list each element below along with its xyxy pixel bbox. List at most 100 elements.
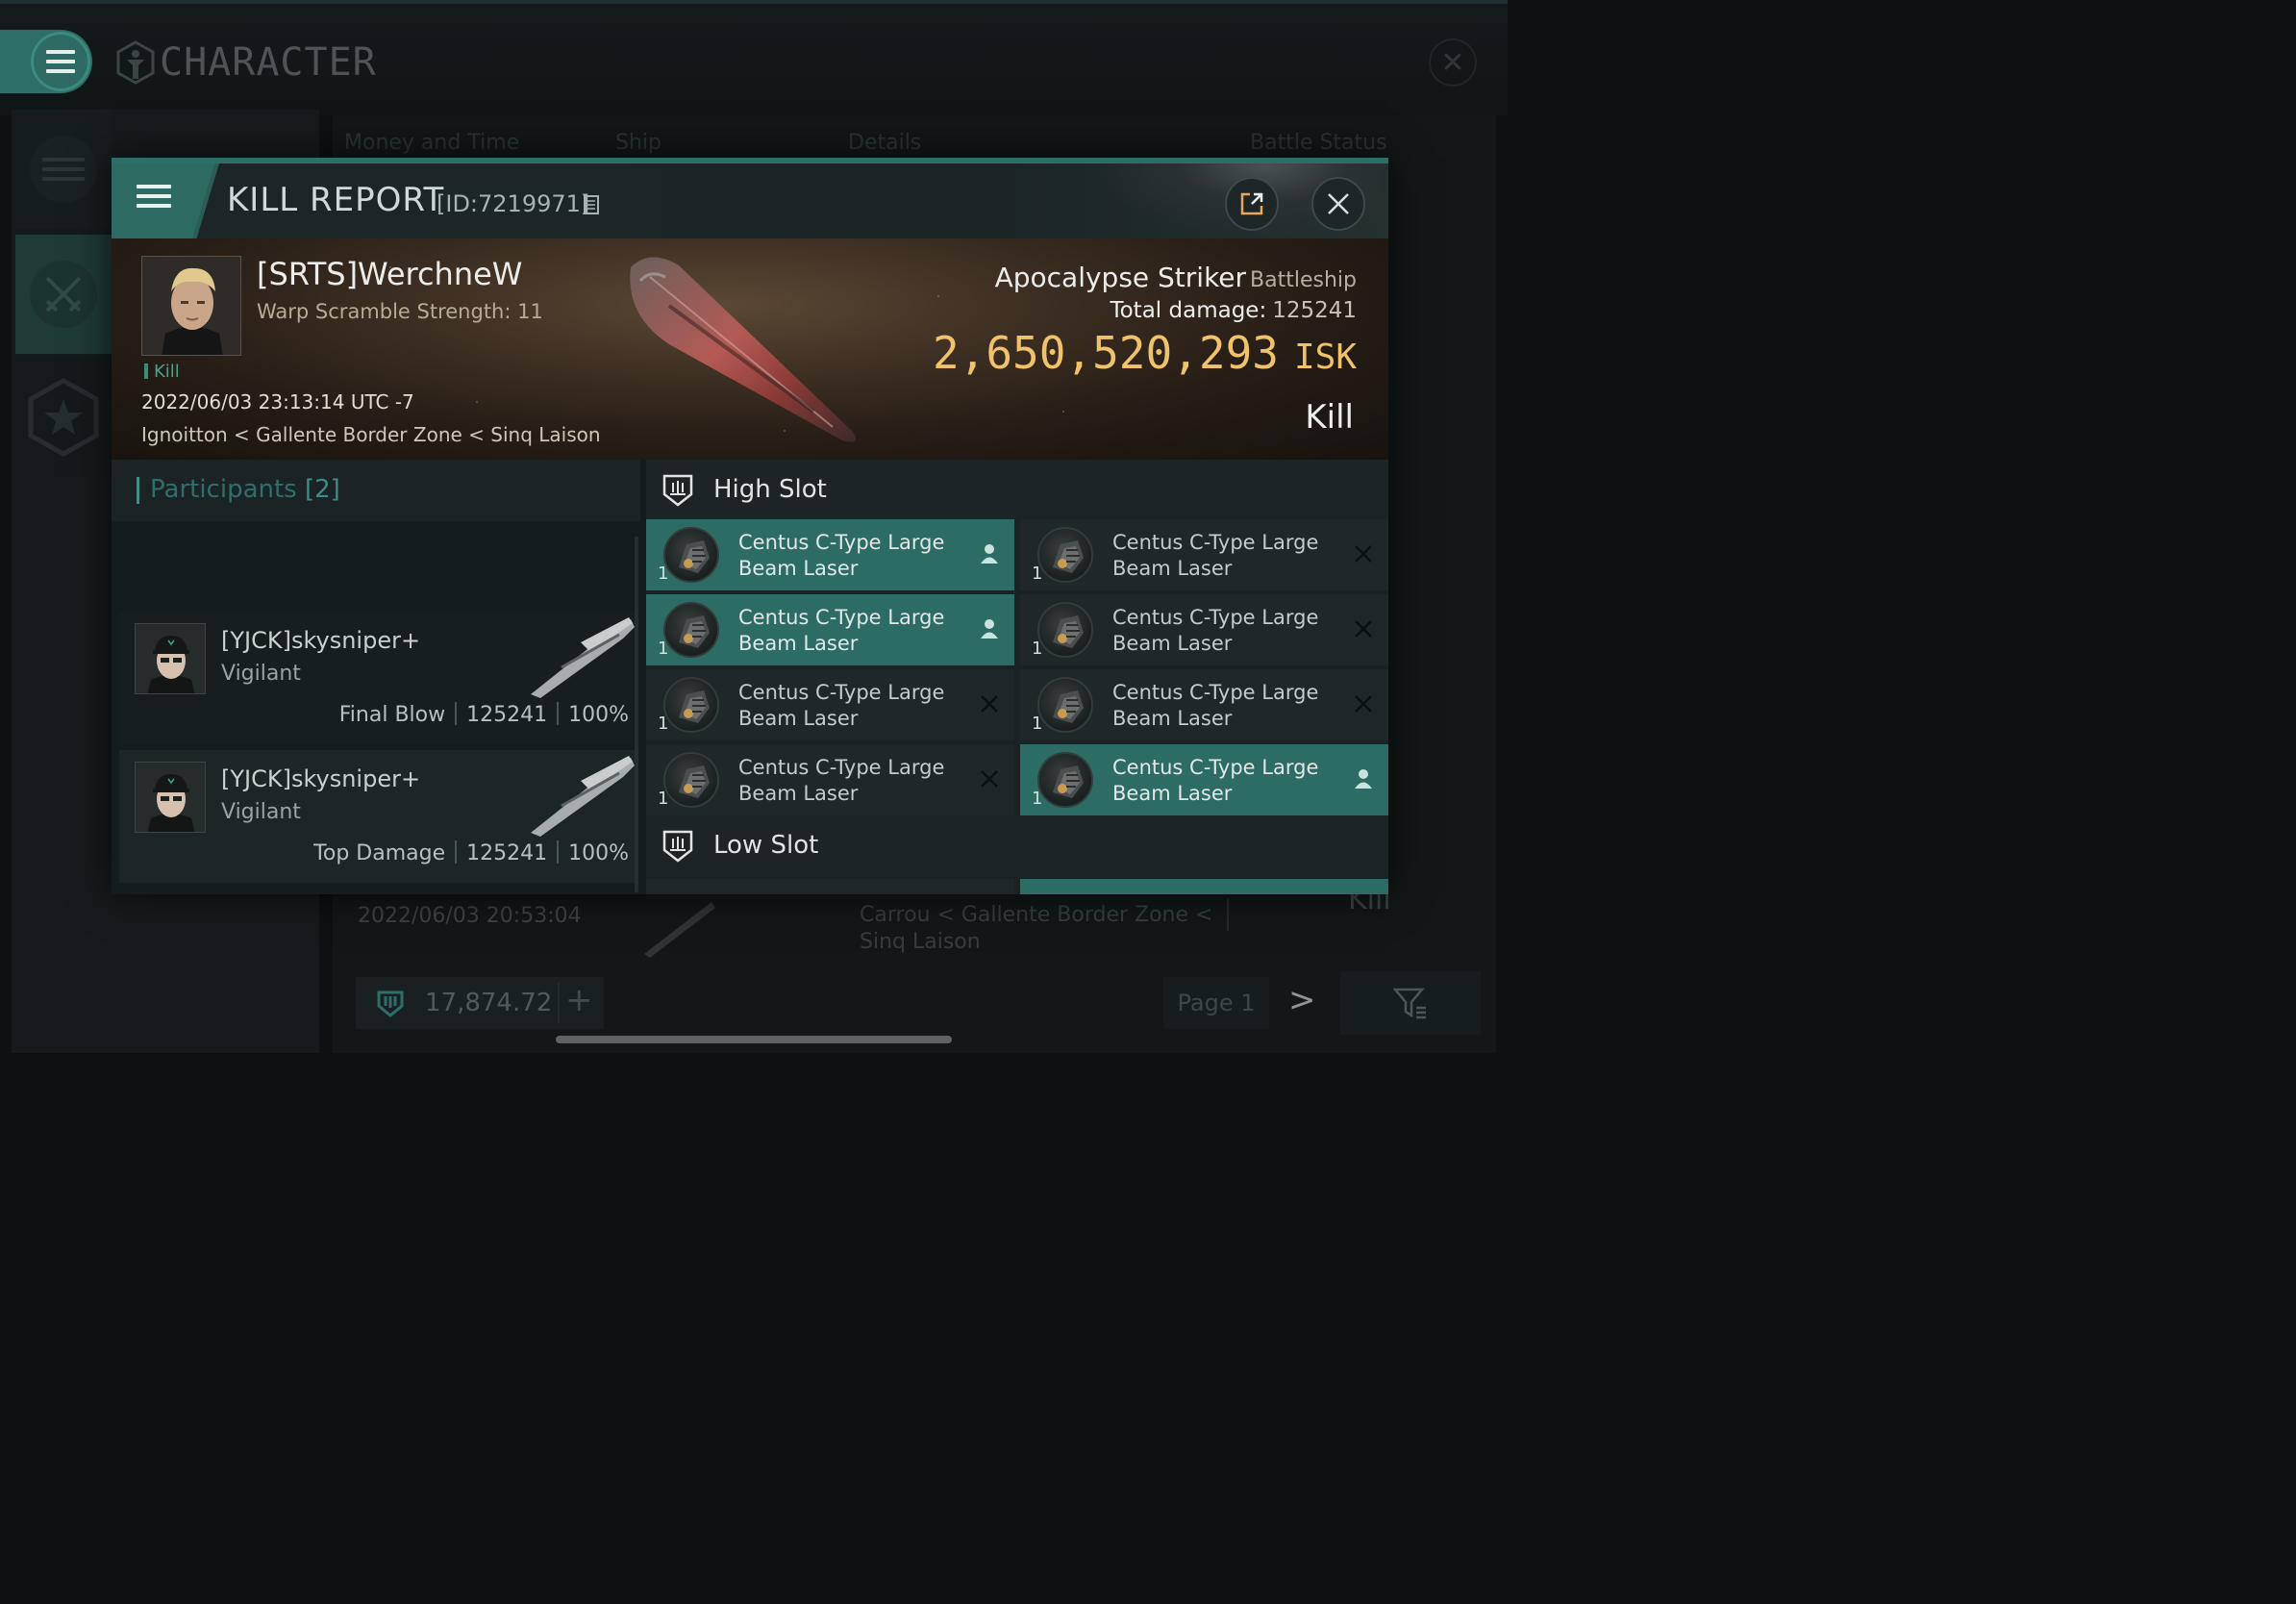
ship-type: Apocalypse Striker <box>994 262 1247 293</box>
tab-money-time[interactable]: Money and Time <box>344 131 519 155</box>
filter-button[interactable] <box>1340 971 1481 1035</box>
sidebar-item-combat[interactable] <box>15 235 112 354</box>
module-name: Centus C-Type Large Beam Laser <box>1112 606 1319 655</box>
module-name: Centus C-Type Large Beam Laser <box>1112 681 1319 730</box>
participants-scrollbar[interactable] <box>635 537 638 892</box>
close-character-button[interactable]: ✕ <box>1429 38 1477 87</box>
participant-damage: 125241 <box>466 841 548 865</box>
kill-report-dialog: KILL REPORT [ID:7219971] [SRTS]WerchneW … <box>112 158 1388 894</box>
high-slot-icon <box>662 474 693 507</box>
total-damage: Total damage: 125241 <box>1110 298 1357 323</box>
high-slot-module[interactable]: 1 Centus C-Type Large Beam Laser <box>1020 519 1388 590</box>
participant-ship: Vigilant <box>221 662 301 686</box>
person-icon <box>1352 767 1375 790</box>
kill-status: Kill <box>1305 398 1354 437</box>
ship-class: Battleship <box>1250 268 1357 292</box>
person-icon <box>978 542 1001 565</box>
low-slot-label: Low Slot <box>713 831 819 860</box>
home-indicator <box>556 1036 952 1043</box>
module-quantity: 1 <box>658 639 669 659</box>
menu-icon <box>137 185 171 208</box>
participants-label: Participants <box>150 475 297 504</box>
swords-icon <box>45 276 82 313</box>
character-icon <box>116 40 155 85</box>
kill-report-id: [ID:7219971] <box>437 190 590 217</box>
high-slot-label: High Slot <box>713 475 827 504</box>
high-slot-module[interactable]: 1 Centus C-Type Large Beam Laser <box>1020 594 1388 665</box>
main-menu-button[interactable] <box>0 30 92 93</box>
tab-details[interactable]: Details <box>848 131 921 155</box>
isk-amount: 2,650,520,293 <box>932 327 1279 379</box>
participants-header[interactable]: Participants [2] <box>112 460 640 521</box>
module-quantity: 1 <box>1032 564 1043 584</box>
kill-datetime: 2022/06/03 23:13:14 UTC -7 <box>141 390 414 414</box>
participant-avatar <box>135 762 206 833</box>
beam-laser-icon <box>1037 677 1093 733</box>
participant-percent: 100% <box>568 703 629 727</box>
kill-list-ship-icon <box>644 902 715 958</box>
participant-row[interactable]: [YJCK]skysniper+ Vigilant Top Damage 1252… <box>119 750 638 883</box>
high-slot-module[interactable]: 1 Centus C-Type Large Beam Laser <box>646 744 1014 815</box>
total-damage-label: Total damage: <box>1110 298 1267 323</box>
participants-accent <box>137 477 139 504</box>
module-name: Centus C-Type Large Beam Laser <box>738 606 945 655</box>
victim-name[interactable]: [SRTS]WerchneW <box>257 256 522 292</box>
beam-laser-icon <box>663 527 719 583</box>
high-slot-module[interactable]: 1 Centus C-Type Large Beam Laser <box>646 519 1014 590</box>
kill-tag: Kill <box>144 362 180 382</box>
add-funds-button[interactable]: + <box>565 981 593 1019</box>
participants-title: Participants [2] <box>150 475 340 504</box>
participant-stats: Final Blow 125241 100% <box>339 702 629 727</box>
module-name: Centus C-Type Large Beam Laser <box>738 681 945 730</box>
close-icon <box>1328 193 1349 214</box>
kill-location[interactable]: Ignoitton < Gallente Border Zone < Sinq … <box>141 423 601 446</box>
participant-name: [YJCK]skysniper+ <box>221 765 421 792</box>
module-quantity: 1 <box>658 789 669 809</box>
high-slot-module[interactable]: 1 Centus C-Type Large Beam Laser <box>1020 744 1388 815</box>
star-icon <box>28 378 99 457</box>
sidebar-item-favorites[interactable] <box>15 358 112 477</box>
module-quantity: 1 <box>1032 789 1043 809</box>
victim-ship-image <box>630 257 857 442</box>
beam-laser-icon <box>663 602 719 658</box>
victim-ship-name[interactable]: Apocalypse Striker Battleship <box>995 262 1357 293</box>
beam-laser-icon <box>1037 752 1093 808</box>
kill-list-tabs: Money and Time Ship Details Battle Statu… <box>344 131 1402 160</box>
low-slot-header: Low Slot <box>646 815 1388 877</box>
high-slot-module[interactable]: 1 Centus C-Type Large Beam Laser <box>646 669 1014 740</box>
low-slot-module[interactable] <box>646 879 1014 894</box>
wallet-icon <box>377 990 404 1017</box>
isk-value: 2,650,520,293 ISK <box>933 327 1357 379</box>
isk-unit: ISK <box>1293 338 1357 377</box>
copy-icon[interactable] <box>583 194 600 215</box>
victim-portrait[interactable] <box>141 256 241 356</box>
low-slot-module[interactable] <box>1020 879 1388 894</box>
x-icon <box>1352 542 1375 565</box>
participant-role: Top Damage <box>313 841 446 865</box>
filter-icon <box>1393 988 1426 1019</box>
high-slot-header: High Slot <box>646 460 1388 521</box>
module-quantity: 1 <box>1032 639 1043 659</box>
x-icon <box>1352 692 1375 715</box>
kill-tag-label: Kill <box>154 362 180 382</box>
participant-ship-image <box>531 617 635 698</box>
warp-scramble-strength: Warp Scramble Strength: 11 <box>257 300 543 323</box>
module-quantity: 1 <box>1032 714 1043 734</box>
menu-icon <box>46 50 75 73</box>
victim-banner: [SRTS]WerchneW Warp Scramble Strength: 1… <box>112 238 1388 460</box>
participant-row[interactable]: [YJCK]skysniper+ Vigilant Final Blow 1252… <box>119 612 638 744</box>
sidebar-item-menu[interactable] <box>15 110 112 229</box>
tab-battle-status[interactable]: Battle Status <box>1250 131 1387 155</box>
participant-avatar <box>135 623 206 694</box>
page-indicator[interactable]: Page 1 <box>1163 977 1269 1029</box>
module-quantity: 1 <box>658 714 669 734</box>
high-slot-module[interactable]: 1 Centus C-Type Large Beam Laser <box>646 594 1014 665</box>
close-button[interactable] <box>1311 177 1365 231</box>
tab-ship[interactable]: Ship <box>615 131 661 155</box>
next-page-button[interactable]: > <box>1288 981 1316 1019</box>
x-icon <box>978 692 1001 715</box>
high-slot-module[interactable]: 1 Centus C-Type Large Beam Laser <box>1020 669 1388 740</box>
wallet-bar: 17,874.72 + <box>356 977 604 1029</box>
share-button[interactable] <box>1225 177 1279 231</box>
x-icon <box>1352 617 1375 640</box>
